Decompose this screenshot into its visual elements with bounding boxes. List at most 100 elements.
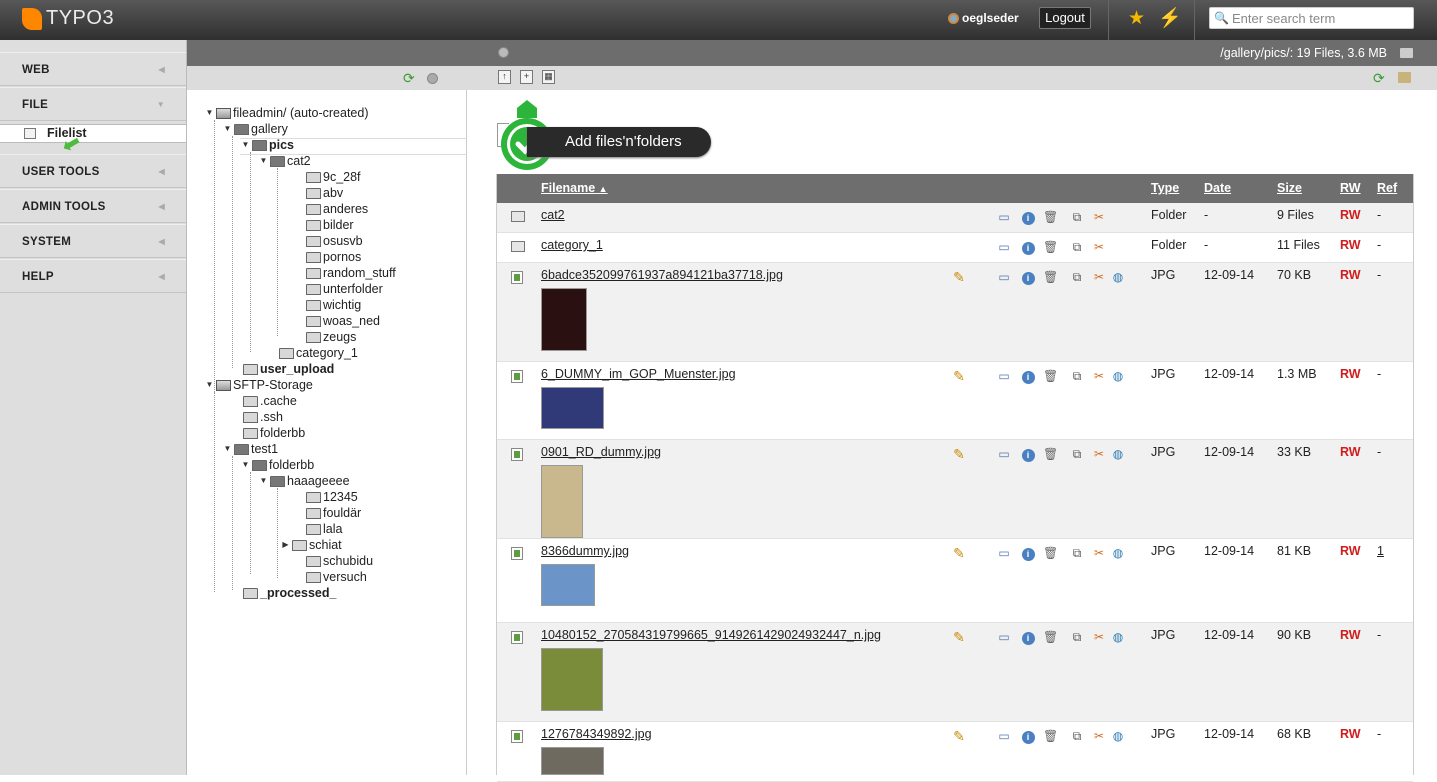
tree-node[interactable]: anderes — [295, 201, 368, 217]
file-name-link[interactable]: 1276784349892.jpg — [541, 727, 652, 741]
tree-node[interactable]: _processed_ — [232, 585, 336, 601]
trash-icon[interactable]: 🗑 — [1043, 369, 1058, 383]
pencil-icon[interactable]: ✎ — [952, 369, 966, 383]
file-name-link[interactable]: 8366dummy.jpg — [541, 544, 629, 558]
tree-node[interactable]: ▼ test1 — [223, 441, 279, 457]
tree-node[interactable]: category_1 — [268, 345, 358, 361]
rename-icon[interactable]: ▭ — [997, 447, 1011, 461]
module-admin-tools[interactable]: ADMIN TOOLS ◀ — [0, 189, 186, 223]
tree-node[interactable]: fouldär — [295, 505, 361, 521]
col-ref[interactable]: Ref — [1377, 181, 1397, 195]
tree-node[interactable]: 9c_28f — [295, 169, 361, 185]
upload-level-up-icon[interactable]: ↑ — [498, 70, 511, 84]
globe-icon[interactable]: ◍ — [1111, 729, 1125, 743]
file-name-link[interactable]: cat2 — [541, 208, 565, 222]
tree-node[interactable]: ▼ folderbb — [241, 457, 315, 473]
globe-icon[interactable]: ◍ — [1111, 369, 1125, 383]
rename-icon[interactable]: ▭ — [997, 270, 1011, 284]
image-file-icon[interactable] — [511, 631, 523, 644]
new-folder-icon[interactable]: ▦ — [542, 70, 555, 84]
file-name-link[interactable]: 6badce352099761937a894121ba37718.jpg — [541, 268, 783, 282]
globe-icon[interactable]: ◍ — [1111, 270, 1125, 284]
copy-icon[interactable]: ⧉ — [1070, 729, 1084, 743]
cut-icon[interactable]: ✂ — [1092, 729, 1106, 743]
tree-node[interactable]: ▼ cat2 — [259, 153, 311, 169]
rename-icon[interactable]: ▭ — [997, 240, 1011, 254]
info-icon[interactable]: i — [1021, 447, 1035, 462]
cut-icon[interactable]: ✂ — [1092, 210, 1106, 224]
image-thumbnail[interactable] — [541, 387, 604, 429]
info-icon[interactable]: i — [1021, 270, 1035, 285]
tree-collapse-icon[interactable]: ▼ — [205, 105, 214, 121]
table-row[interactable]: 6_DUMMY_im_GOP_Muenster.jpg ✎ ▭ i 🗑 ⧉ ✂ ◍ JPG 12-… — [497, 362, 1413, 440]
file-name-link[interactable]: 0901_RD_dummy.jpg — [541, 445, 661, 459]
col-type[interactable]: Type — [1151, 181, 1179, 195]
help-icon[interactable] — [427, 73, 438, 84]
tree-node[interactable]: pornos — [295, 249, 361, 265]
tree-node[interactable]: unterfolder — [295, 281, 383, 297]
bookmark-star-icon[interactable]: ★ — [1128, 9, 1145, 29]
info-icon[interactable]: i — [1021, 240, 1035, 255]
table-row[interactable]: 8366dummy.jpg ✎ ▭ i 🗑 ⧉ ✂ ◍ JPG 12-09-14 81 KB RW 1 — [497, 539, 1413, 623]
tree-node[interactable]: .cache — [232, 393, 297, 409]
pencil-icon[interactable]: ✎ — [952, 447, 966, 461]
trash-icon[interactable]: 🗑 — [1043, 240, 1058, 254]
tree-node[interactable]: bilder — [295, 217, 354, 233]
trash-icon[interactable]: 🗑 — [1043, 546, 1058, 560]
image-thumbnail[interactable] — [541, 564, 595, 606]
tree-node[interactable]: lala — [295, 521, 342, 537]
module-web[interactable]: WEB ◀ — [0, 52, 186, 86]
tree-expand-icon[interactable]: ▶ — [281, 537, 290, 553]
tree-node[interactable]: folderbb — [232, 425, 305, 441]
image-file-icon[interactable] — [511, 448, 523, 461]
image-thumbnail[interactable] — [541, 465, 583, 538]
ref-count[interactable]: 1 — [1377, 544, 1384, 558]
trash-icon[interactable]: 🗑 — [1043, 210, 1058, 224]
pencil-icon[interactable]: ✎ — [952, 270, 966, 284]
clear-cache-lightning-icon[interactable]: ⚡ — [1158, 9, 1182, 29]
copy-icon[interactable]: ⧉ — [1070, 546, 1084, 560]
image-file-icon[interactable] — [511, 730, 523, 743]
refresh-tree-icon[interactable]: ⟳ — [403, 71, 415, 85]
new-file-icon[interactable]: + — [520, 70, 533, 84]
copy-icon[interactable]: ⧉ — [1070, 369, 1084, 383]
copy-icon[interactable]: ⧉ — [1070, 210, 1084, 224]
cut-icon[interactable]: ✂ — [1092, 630, 1106, 644]
info-icon[interactable]: i — [1021, 546, 1035, 561]
tree-node[interactable]: wichtig — [295, 297, 361, 313]
tree-node[interactable]: ▼ gallery — [223, 121, 288, 137]
trash-icon[interactable]: 🗑 — [1043, 447, 1058, 461]
tree-node[interactable]: ▼ haaageeee — [259, 473, 350, 489]
pencil-icon[interactable]: ✎ — [952, 729, 966, 743]
cut-icon[interactable]: ✂ — [1092, 270, 1106, 284]
typo3-logo[interactable]: TYPO3 — [22, 7, 114, 30]
tree-node[interactable]: random_stuff — [295, 265, 396, 281]
tree-node[interactable]: ▼ SFTP-Storage — [205, 377, 313, 393]
module-file[interactable]: FILE ▼ — [0, 87, 186, 121]
tree-collapse-icon[interactable]: ▼ — [241, 457, 250, 473]
tree-node[interactable]: ▼ fileadmin/ (auto-created) — [205, 105, 369, 121]
tree-node[interactable]: ▶ schiat — [281, 537, 341, 553]
table-row[interactable]: category_1 ▭ i 🗑 ⧉ ✂ Folder - 11 Files RW - — [497, 233, 1413, 263]
col-size[interactable]: Size — [1277, 181, 1302, 195]
rename-icon[interactable]: ▭ — [997, 729, 1011, 743]
tree-collapse-icon[interactable]: ▼ — [259, 153, 268, 169]
table-row[interactable]: cat2 ▭ i 🗑 ⧉ ✂ Folder - 9 Files RW - — [497, 203, 1413, 233]
tree-node[interactable]: osusvb — [295, 233, 363, 249]
tree-node[interactable]: user_upload — [232, 361, 334, 377]
logout-button[interactable]: Logout — [1039, 7, 1091, 29]
info-icon[interactable]: i — [1021, 210, 1035, 225]
file-name-link[interactable]: 10480152_270584319799665_914926142902493… — [541, 628, 881, 642]
copy-icon[interactable]: ⧉ — [1070, 270, 1084, 284]
globe-icon[interactable]: ◍ — [1111, 546, 1125, 560]
module-help[interactable]: HELP ◀ — [0, 259, 186, 293]
user-menu[interactable]: oeglseder — [948, 11, 1019, 25]
copy-icon[interactable]: ⧉ — [1070, 630, 1084, 644]
trash-icon[interactable]: 🗑 — [1043, 630, 1058, 644]
tree-node[interactable]: zeugs — [295, 329, 356, 345]
rename-icon[interactable]: ▭ — [997, 369, 1011, 383]
tree-node[interactable]: abv — [295, 185, 343, 201]
tree-collapse-icon[interactable]: ▼ — [223, 121, 232, 137]
trash-icon[interactable]: 🗑 — [1043, 729, 1058, 743]
table-row[interactable]: 0901_RD_dummy.jpg ✎ ▭ i 🗑 ⧉ ✂ ◍ JPG 12-09-14 33 KB… — [497, 440, 1413, 539]
